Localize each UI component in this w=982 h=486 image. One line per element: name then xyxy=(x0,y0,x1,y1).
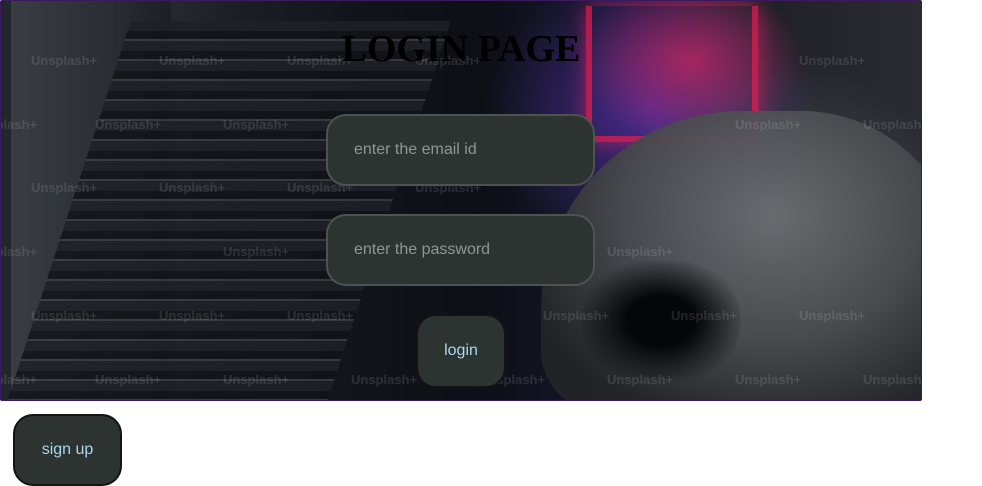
watermark: Unsplash+ xyxy=(351,372,418,387)
page-title: LOGIN PAGE xyxy=(341,28,581,70)
hero-background-image: Unsplash+ Unsplash+ Unsplash+ Unsplash+ … xyxy=(0,0,922,401)
password-input[interactable] xyxy=(326,214,595,286)
login-button[interactable]: login xyxy=(416,314,506,388)
email-input[interactable] xyxy=(326,114,595,186)
hooded-figure-face xyxy=(581,261,741,381)
sign-up-button[interactable]: sign up xyxy=(13,414,122,486)
